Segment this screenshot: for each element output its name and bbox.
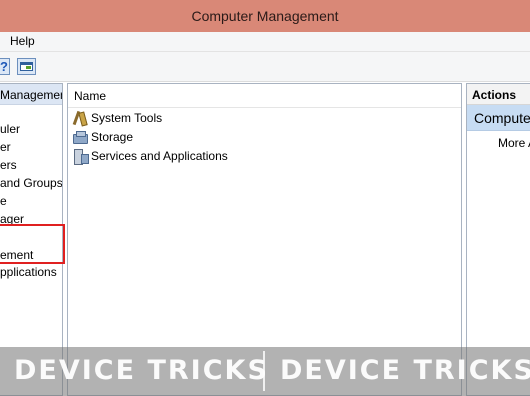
actions-group-computer-management[interactable]: Compute bbox=[467, 105, 530, 131]
menu-bar: Help bbox=[0, 32, 530, 52]
menu-help[interactable]: Help bbox=[10, 34, 35, 48]
list-item-storage[interactable]: Storage bbox=[72, 128, 133, 146]
help-button[interactable]: ? bbox=[0, 58, 10, 75]
more-actions-link[interactable]: More A bbox=[498, 136, 530, 150]
system-tools-icon bbox=[72, 110, 88, 126]
tree-item-performance[interactable]: e bbox=[0, 194, 7, 208]
actions-header: Actions bbox=[467, 84, 530, 105]
services-icon bbox=[72, 148, 89, 165]
tree-item-local-users-groups[interactable]: and Groups bbox=[0, 176, 62, 190]
list-item-label: Services and Applications bbox=[91, 149, 228, 163]
tree-item-event-viewer[interactable]: er bbox=[0, 140, 11, 154]
tree-item-services-applications[interactable]: pplications bbox=[0, 265, 57, 279]
show-hide-action-pane-button[interactable] bbox=[17, 58, 36, 75]
highlight-annotation-box bbox=[0, 224, 65, 264]
watermark-text-left: DEVICE TRICKS bbox=[14, 355, 269, 386]
list-item-system-tools[interactable]: System Tools bbox=[72, 109, 162, 127]
list-item-label: Storage bbox=[91, 130, 134, 144]
title-bar: Computer Management bbox=[0, 0, 530, 32]
column-header-name[interactable]: Name bbox=[68, 84, 461, 108]
tree-item-shared-folders[interactable]: ers bbox=[0, 158, 17, 172]
storage-icon bbox=[72, 129, 88, 145]
list-item-services-applications[interactable]: Services and Applications bbox=[72, 147, 228, 165]
tree-root-item[interactable]: Management (Local bbox=[0, 84, 62, 105]
list-item-label: System Tools bbox=[91, 111, 163, 125]
panel-icon bbox=[20, 62, 33, 71]
tree-item-task-scheduler[interactable]: uler bbox=[0, 122, 20, 136]
watermark-text-right: DEVICE TRICKS bbox=[280, 355, 530, 386]
help-icon: ? bbox=[0, 59, 8, 74]
window-title: Computer Management bbox=[191, 8, 339, 24]
toolbar: ? bbox=[0, 52, 530, 82]
watermark-divider bbox=[263, 351, 265, 391]
